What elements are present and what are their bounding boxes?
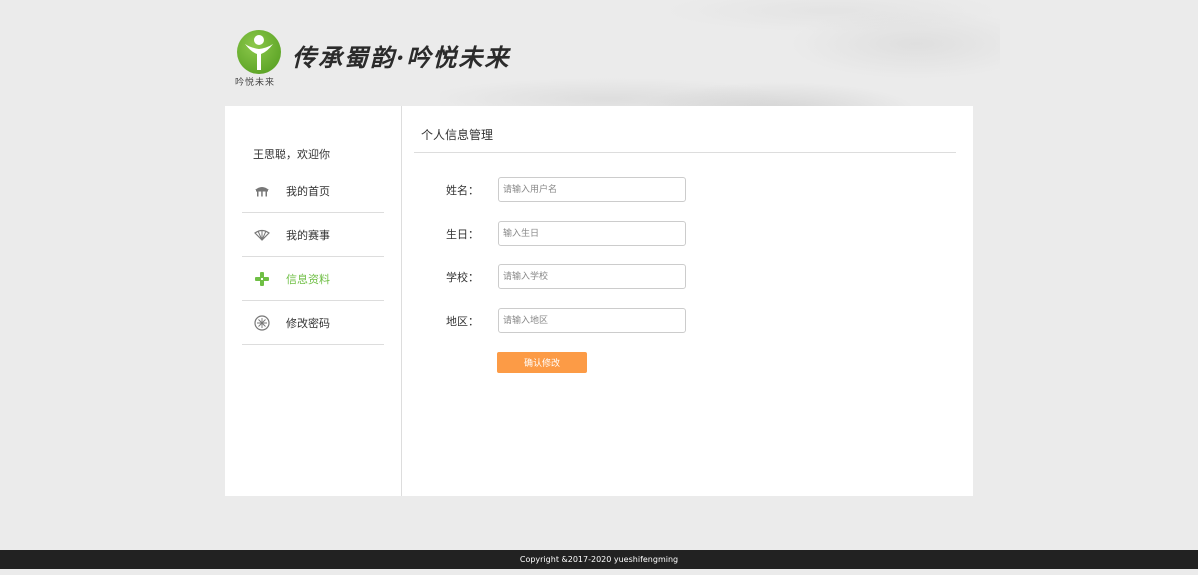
title-divider [414,152,956,153]
region-input[interactable] [498,308,686,333]
scroll-icon [254,271,270,287]
site-logo[interactable]: 吟悦未来 [235,30,283,88]
page-title: 个人信息管理 [421,128,494,142]
region-label: 地区： [446,314,479,328]
sidebar-item-change-password[interactable]: 修改密码 [242,301,384,345]
welcome-text: 王思聪，欢迎你 [253,148,330,161]
main-panel: 王思聪，欢迎你 我的首页 我的赛事 信息资料 修改密码 个人信息管理 姓名： 请… [225,106,973,496]
name-row: 姓名： [446,177,686,202]
name-input[interactable] [498,177,686,202]
confirm-button[interactable]: 确认修改 [497,352,587,373]
pavilion-icon [254,183,270,199]
logo-subtitle: 吟悦未来 [235,78,276,88]
birthday-row: 生日： [446,221,686,246]
sidebar-item-label: 信息资料 [286,272,330,286]
site-slogan: 传承蜀韵·吟悦未来 [292,43,511,72]
sidebar-item-label: 修改密码 [286,316,330,330]
sidebar-item-home[interactable]: 我的首页 [242,169,384,213]
sidebar-item-label: 我的赛事 [286,228,330,242]
school-label: 学校： [446,270,479,284]
sidebar-item-label: 我的首页 [286,184,330,198]
sidebar-item-profile[interactable]: 信息资料 [242,257,384,301]
footer: Copyright &2017-2020 yueshifengming [0,550,1198,569]
profile-content: 个人信息管理 姓名： 生日： 学校： 地区： 确认修改 [403,106,973,496]
school-row: 学校： [446,264,686,289]
logo-emblem [237,30,281,74]
fan-icon [254,227,270,243]
region-row: 地区： [446,308,686,333]
copyright-text: Copyright &2017-2020 yueshifengming [519,555,679,564]
name-label: 姓名： [446,183,479,197]
lattice-icon [254,314,270,331]
sidebar-menu: 我的首页 我的赛事 信息资料 修改密码 [242,169,384,345]
birthday-label: 生日： [446,227,479,241]
sidebar: 王思聪，欢迎你 我的首页 我的赛事 信息资料 修改密码 [225,106,402,496]
sidebar-item-events[interactable]: 我的赛事 [242,213,384,257]
ink-landscape-background [440,0,1000,110]
birthday-input[interactable] [498,221,686,246]
school-input[interactable] [498,264,686,289]
